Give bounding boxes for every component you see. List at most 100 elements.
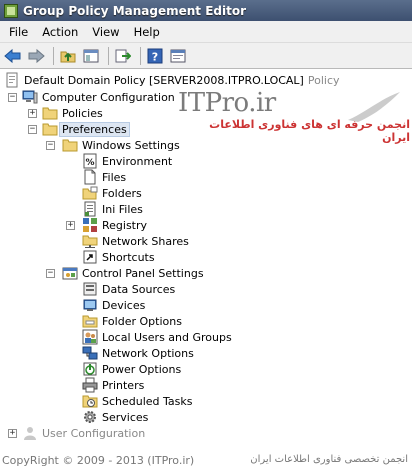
show-hide-tree-button[interactable]	[81, 46, 101, 66]
menu-action[interactable]: Action	[35, 25, 85, 39]
local-users-groups-label: Local Users and Groups	[102, 330, 232, 344]
menu-file[interactable]: File	[0, 25, 35, 39]
copyright-footer: CopyRight © 2009 - 2013 (ITPro.ir)	[2, 454, 195, 467]
files-label: Files	[102, 170, 127, 184]
expand-policies[interactable]: +	[28, 109, 37, 118]
svg-text:%: %	[85, 158, 94, 168]
menu-view[interactable]: View	[85, 25, 126, 39]
watermark-subtitle: انجمن حرفه ای های فناوری اطلاعات ایران	[209, 118, 410, 144]
computer-configuration-label: Computer Configuration	[42, 90, 175, 104]
root-policy-suffix: Policy	[307, 73, 340, 87]
expand-user-config[interactable]: +	[8, 429, 17, 438]
up-one-level-button[interactable]	[58, 46, 78, 66]
data-sources-label: Data Sources	[102, 282, 176, 296]
ini-files-label: Ini Files	[102, 202, 143, 216]
windows-settings-label: Windows Settings	[82, 138, 180, 152]
shortcut-icon	[83, 250, 97, 264]
tree-item-windows-settings[interactable]: Windows Settings	[62, 137, 180, 153]
ini-file-icon	[84, 201, 96, 217]
tree-item-folders[interactable]: Folders	[82, 185, 142, 201]
watermark-title: ITPro.ir	[178, 88, 276, 118]
itpro-watermark: ITPro.ir انجمن حرفه ای های فناوری اطلاعا…	[178, 88, 410, 144]
menu-help[interactable]: Help	[127, 25, 167, 39]
control-panel-icon	[62, 267, 78, 280]
user-configuration-label: User Configuration	[42, 426, 146, 440]
network-options-icon	[82, 346, 98, 360]
folders-label: Folders	[102, 186, 142, 200]
title-bar: Group Policy Management Editor	[0, 0, 412, 21]
folder-icon	[42, 123, 58, 136]
control-panel-settings-label: Control Panel Settings	[82, 266, 204, 280]
tree-item-registry[interactable]: Registry	[82, 217, 147, 233]
tree-item-user-configuration[interactable]: User Configuration	[22, 425, 145, 441]
folders-icon	[82, 186, 98, 200]
collapse-windows-settings[interactable]: −	[46, 141, 55, 150]
help-button[interactable]: ?	[145, 46, 165, 66]
environment-icon: %	[83, 153, 97, 169]
folder-icon	[62, 139, 78, 152]
export-list-icon	[115, 49, 131, 62]
export-list-button[interactable]	[113, 46, 133, 66]
expand-registry[interactable]: +	[66, 221, 75, 230]
folder-options-label: Folder Options	[102, 314, 182, 328]
toolbar-separator	[108, 46, 109, 65]
printers-label: Printers	[102, 378, 145, 392]
tree-item-policies[interactable]: Policies	[42, 105, 103, 121]
toolbar-separator	[53, 46, 54, 65]
registry-label: Registry	[102, 218, 148, 232]
tree-root-policy[interactable]: Default Domain Policy [SERVER2008.ITPRO.…	[4, 72, 340, 88]
files-icon	[84, 169, 96, 185]
tree-item-scheduled-tasks[interactable]: Scheduled Tasks	[82, 393, 193, 409]
back-arrow-icon	[4, 48, 21, 63]
menu-bar: File Action View Help	[0, 21, 412, 43]
devices-icon	[83, 299, 97, 311]
forward-arrow-icon	[28, 48, 45, 63]
console-tree-icon	[83, 49, 99, 62]
properties-button[interactable]	[168, 46, 188, 66]
environment-label: Environment	[102, 154, 173, 168]
tree-item-network-options[interactable]: Network Options	[82, 345, 194, 361]
registry-icon	[83, 218, 97, 232]
tree-item-shortcuts[interactable]: Shortcuts	[82, 249, 155, 265]
collapse-preferences[interactable]: −	[28, 125, 37, 134]
tree-item-printers[interactable]: Printers	[82, 377, 144, 393]
window-title: Group Policy Management Editor	[23, 3, 247, 18]
policy-document-icon	[6, 72, 18, 88]
services-gear-icon	[84, 411, 96, 423]
footer-persian-text: انجمن تخصصی فناوری اطلاعات ایران	[250, 454, 408, 465]
folder-icon	[42, 107, 58, 120]
collapse-computer-config[interactable]: −	[8, 93, 17, 102]
tree-item-devices[interactable]: Devices	[82, 297, 145, 313]
tree-item-network-shares[interactable]: Network Shares	[82, 233, 189, 249]
tree-item-files[interactable]: Files	[82, 169, 126, 185]
tree-item-data-sources[interactable]: Data Sources	[82, 281, 175, 297]
toolbar-separator	[140, 46, 141, 65]
tree-item-preferences[interactable]: Preferences	[42, 121, 130, 137]
power-options-icon	[83, 362, 97, 376]
printer-icon	[82, 377, 98, 393]
network-share-icon	[82, 235, 98, 248]
folder-options-icon	[82, 315, 98, 328]
tree-item-folder-options[interactable]: Folder Options	[82, 313, 182, 329]
services-label: Services	[102, 410, 149, 424]
collapse-control-panel-settings[interactable]: −	[46, 269, 55, 278]
tree-item-computer-configuration[interactable]: Computer Configuration	[22, 89, 175, 105]
folder-up-icon	[60, 51, 76, 62]
tree-item-ini-files[interactable]: Ini Files	[82, 201, 143, 217]
tree-item-services[interactable]: Services	[82, 409, 148, 425]
data-sources-icon	[83, 282, 97, 296]
network-shares-label: Network Shares	[102, 234, 189, 248]
forward-button[interactable]	[26, 46, 46, 66]
scheduled-tasks-label: Scheduled Tasks	[102, 394, 193, 408]
tree-item-environment[interactable]: % Environment	[82, 153, 172, 169]
help-icon: ?	[147, 48, 163, 63]
network-options-label: Network Options	[102, 346, 194, 360]
back-button[interactable]	[3, 46, 23, 66]
policies-label: Policies	[62, 106, 103, 120]
scheduled-tasks-icon	[82, 395, 98, 408]
svg-text:?: ?	[152, 50, 158, 63]
tree-item-power-options[interactable]: Power Options	[82, 361, 181, 377]
tree-item-local-users-groups[interactable]: Local Users and Groups	[82, 329, 232, 345]
devices-label: Devices	[102, 298, 146, 312]
tree-item-control-panel-settings[interactable]: Control Panel Settings	[62, 265, 204, 281]
